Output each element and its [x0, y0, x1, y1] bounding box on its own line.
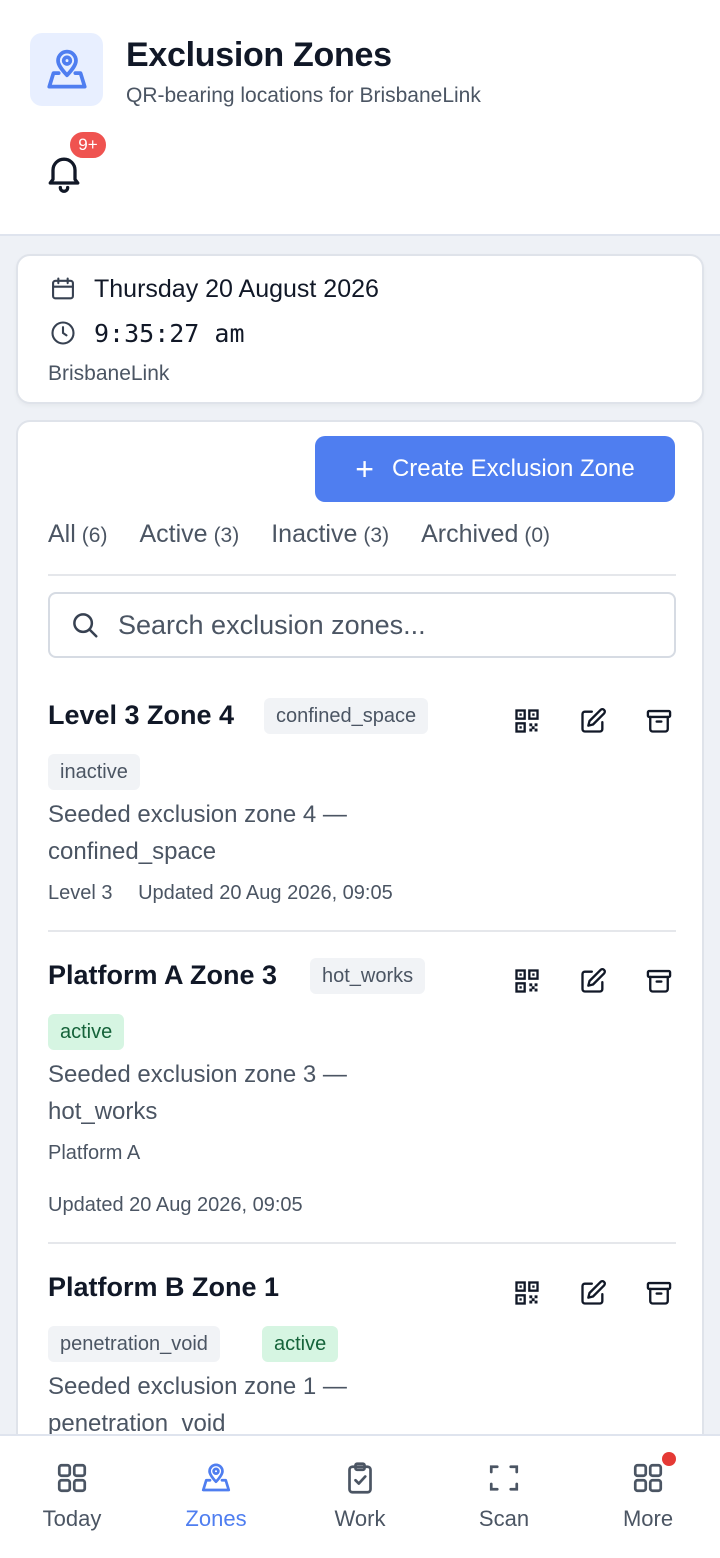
create-button-label: Create Exclusion Zone [391, 455, 635, 482]
zone-name: Level 3 Zone 4 [48, 700, 235, 730]
zones-card: + Create Exclusion Zone All (6) Active (… [16, 420, 704, 1520]
current-time: 9:35:27 am [94, 318, 245, 348]
zone-status-tag: inactive [48, 754, 140, 790]
zone-updated: Updated 20 Aug 2026, 09:05 [138, 882, 393, 904]
nav-zones-label: Zones [185, 1506, 247, 1531]
nav-more[interactable]: More [576, 1436, 720, 1558]
search-input[interactable] [118, 609, 658, 641]
tab-inactive-label: Inactive [271, 520, 358, 548]
organization-name: BrisbaneLink [48, 362, 170, 385]
zone-description: Seeded exclusion zone 3 — hot_works [48, 1056, 347, 1130]
map-pin-icon [198, 1460, 234, 1496]
zone-name: Platform A Zone 3 [48, 960, 278, 990]
zone-actions [478, 704, 676, 738]
calendar-icon [48, 274, 78, 304]
edit-icon[interactable] [576, 704, 610, 738]
tab-active[interactable]: Active (3) [139, 520, 239, 574]
notification-dot [662, 1452, 676, 1466]
tab-inactive-count: (3) [363, 524, 390, 547]
zone-status-tag: active [48, 1014, 125, 1050]
clipboard-check-icon [342, 1460, 378, 1496]
archive-icon[interactable] [642, 704, 676, 738]
tab-all-label: All [48, 520, 76, 548]
search-icon [70, 610, 100, 640]
clock-icon [48, 318, 78, 348]
tab-active-label: Active [139, 520, 208, 548]
nav-more-label: More [622, 1506, 674, 1531]
edit-icon[interactable] [576, 964, 610, 998]
tab-all[interactable]: All (6) [48, 520, 107, 574]
zone-item[interactable]: Level 3 Zone 4 confined_space inactive S… [48, 682, 676, 932]
zone-type-tag: confined_space [264, 698, 429, 734]
zone-type-tag: hot_works [310, 958, 426, 994]
zone-description-line: confined_space [48, 838, 217, 865]
zone-updated: Updated 20 Aug 2026, 09:05 [48, 1194, 303, 1216]
nav-work[interactable]: Work [288, 1436, 432, 1558]
tab-active-count: (3) [213, 524, 240, 547]
zone-description: Seeded exclusion zone 1 — penetration_vo… [48, 1368, 347, 1442]
date-card: Thursday 20 August 2026 9:35:27 am Brisb… [16, 254, 704, 404]
zone-actions [478, 964, 676, 998]
app-header: Exclusion Zones QR-bearing locations for… [0, 0, 720, 236]
zone-meta: Level 3 Updated 20 Aug 2026, 09:05 [48, 882, 393, 905]
zone-description-line: Seeded exclusion zone 1 — [48, 1373, 347, 1400]
notification-badge: 9+ [68, 130, 108, 160]
tab-archived-label: Archived [421, 520, 519, 548]
date-row: Thursday 20 August 2026 [48, 274, 379, 304]
page-title: Exclusion Zones [126, 36, 392, 74]
edit-icon[interactable] [576, 1276, 610, 1310]
page-subtitle: QR-bearing locations for BrisbaneLink [126, 84, 481, 107]
zone-name: Platform B Zone 1 [48, 1272, 280, 1302]
archive-icon[interactable] [642, 1276, 676, 1310]
tab-inactive[interactable]: Inactive (3) [271, 520, 389, 574]
zone-actions [478, 1276, 676, 1310]
scan-frame-icon [486, 1460, 522, 1496]
zone-type-tag: penetration_void [48, 1326, 220, 1362]
nav-work-label: Work [334, 1506, 386, 1531]
tab-archived[interactable]: Archived (0) [421, 520, 550, 574]
nav-zones[interactable]: Zones [144, 1436, 288, 1558]
zone-description: Seeded exclusion zone 4 — confined_space [48, 796, 347, 870]
current-date: Thursday 20 August 2026 [94, 274, 379, 303]
grid-icon [54, 1460, 90, 1496]
qr-code-icon[interactable] [510, 704, 544, 738]
tab-archived-count: (0) [524, 524, 551, 547]
time-row: 9:35:27 am [48, 318, 245, 348]
nav-today-label: Today [42, 1506, 102, 1531]
zone-description-line: hot_works [48, 1098, 158, 1125]
zone-status-tag: active [262, 1326, 339, 1362]
grid-icon [630, 1460, 666, 1496]
search-box [48, 592, 676, 658]
qr-code-icon[interactable] [510, 964, 544, 998]
filter-tabs: All (6) Active (3) Inactive (3) Archived… [48, 520, 676, 576]
zone-item[interactable]: Platform A Zone 3 hot_works active Seede… [48, 942, 676, 1244]
zone-description-line: Seeded exclusion zone 3 — [48, 1061, 347, 1088]
map-pin-icon [30, 33, 103, 106]
archive-icon[interactable] [642, 964, 676, 998]
zone-location: Platform A [48, 1142, 141, 1164]
bottom-nav: Today Zones Work Scan More [0, 1434, 720, 1558]
nav-today[interactable]: Today [0, 1436, 144, 1558]
tab-all-count: (6) [81, 524, 108, 547]
nav-scan[interactable]: Scan [432, 1436, 576, 1558]
zone-location: Level 3 [48, 882, 113, 904]
nav-scan-label: Scan [478, 1506, 530, 1531]
plus-icon: + [355, 451, 374, 487]
qr-code-icon[interactable] [510, 1276, 544, 1310]
create-exclusion-zone-button[interactable]: + Create Exclusion Zone [315, 436, 675, 502]
zone-description-line: Seeded exclusion zone 4 — [48, 801, 347, 828]
